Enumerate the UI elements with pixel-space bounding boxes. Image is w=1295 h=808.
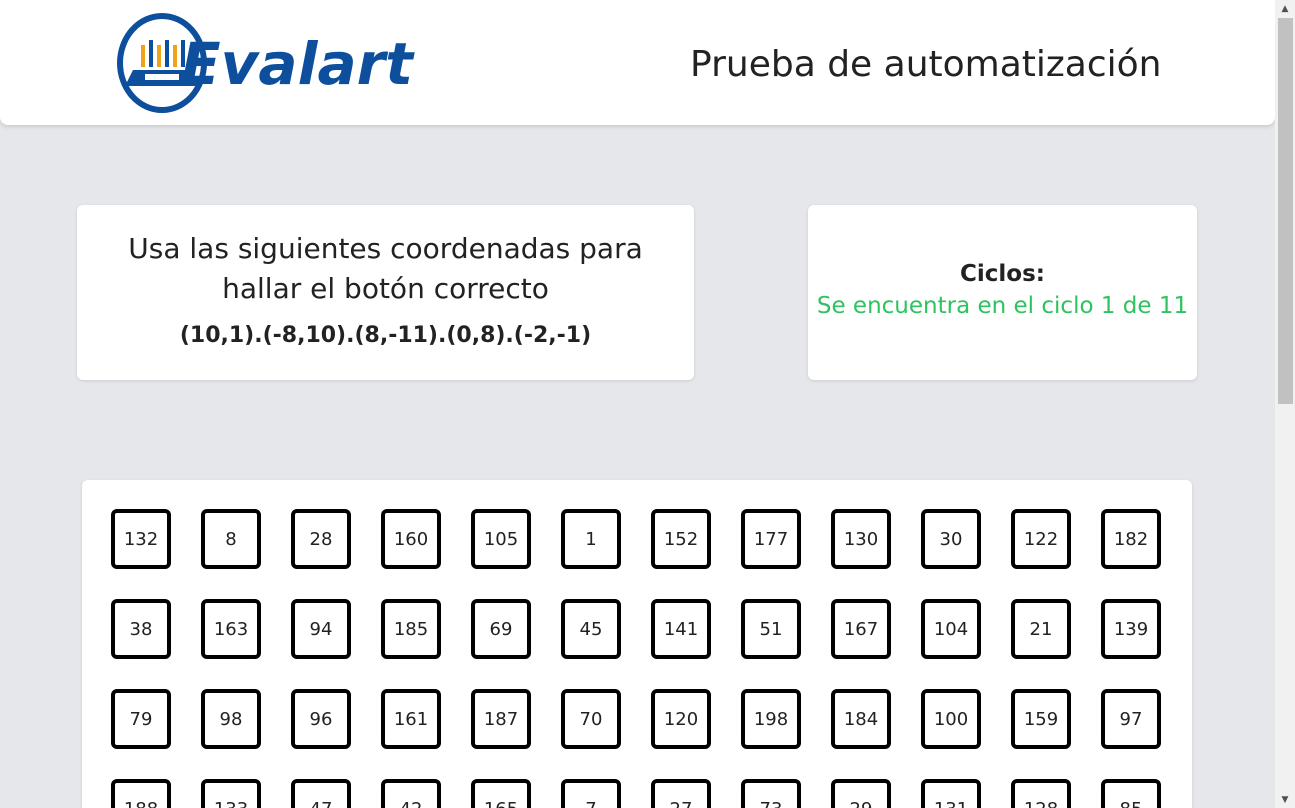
number-button[interactable]: 96: [291, 689, 351, 749]
number-button[interactable]: 120: [651, 689, 711, 749]
number-button[interactable]: 85: [1101, 779, 1161, 808]
number-button[interactable]: 139: [1101, 599, 1161, 659]
number-button[interactable]: 42: [381, 779, 441, 808]
number-button[interactable]: 177: [741, 509, 801, 569]
page: Evalart Prueba de automatización Usa las…: [0, 0, 1295, 808]
number-button[interactable]: 30: [921, 509, 981, 569]
number-button[interactable]: 122: [1011, 509, 1071, 569]
number-button[interactable]: 73: [741, 779, 801, 808]
number-button[interactable]: 160: [381, 509, 441, 569]
number-button[interactable]: 182: [1101, 509, 1161, 569]
number-button[interactable]: 94: [291, 599, 351, 659]
number-button[interactable]: 21: [1011, 599, 1071, 659]
number-button[interactable]: 45: [561, 599, 621, 659]
cycles-card: Ciclos: Se encuentra en el ciclo 1 de 11: [808, 205, 1197, 380]
page-title: Prueba de automatización: [690, 44, 1162, 85]
cycles-label: Ciclos:: [960, 261, 1045, 287]
number-button[interactable]: 152: [651, 509, 711, 569]
number-button[interactable]: 133: [201, 779, 261, 808]
number-button[interactable]: 38: [111, 599, 171, 659]
number-button[interactable]: 7: [561, 779, 621, 808]
scroll-down-arrow-icon[interactable]: ▼: [1275, 791, 1295, 808]
cycles-status: Se encuentra en el ciclo 1 de 11: [816, 293, 1189, 319]
number-button[interactable]: 187: [471, 689, 531, 749]
number-button[interactable]: 159: [1011, 689, 1071, 749]
coordinates-values: (10,1).(-8,10).(8,-11).(0,8).(-2,-1): [179, 323, 592, 348]
number-button[interactable]: 131: [921, 779, 981, 808]
number-button[interactable]: 98: [201, 689, 261, 749]
number-button[interactable]: 104: [921, 599, 981, 659]
coordinates-instruction: Usa las siguientes coordenadas para hall…: [128, 232, 643, 305]
number-button[interactable]: 1: [561, 509, 621, 569]
vertical-scrollbar[interactable]: ▲ ▼: [1275, 0, 1295, 808]
number-button[interactable]: 198: [741, 689, 801, 749]
svg-text:Evalart: Evalart: [181, 30, 415, 98]
number-button[interactable]: 51: [741, 599, 801, 659]
evalart-logo: Evalart: [117, 13, 415, 113]
number-button[interactable]: 69: [471, 599, 531, 659]
number-button[interactable]: 130: [831, 509, 891, 569]
number-button[interactable]: 100: [921, 689, 981, 749]
number-button[interactable]: 185: [381, 599, 441, 659]
number-button[interactable]: 165: [471, 779, 531, 808]
number-button[interactable]: 105: [471, 509, 531, 569]
number-button[interactable]: 132: [111, 509, 171, 569]
number-button[interactable]: 70: [561, 689, 621, 749]
coordinates-card: Usa las siguientes coordenadas para hall…: [77, 205, 694, 380]
button-grid-card: 132 8 28 160 105 1 152 177 130 30 122 182 38 163 94 185…: [82, 480, 1192, 808]
number-button[interactable]: 27: [651, 779, 711, 808]
header: Evalart Prueba de automatización: [0, 0, 1275, 125]
number-button[interactable]: 79: [111, 689, 171, 749]
number-button[interactable]: 128: [1011, 779, 1071, 808]
number-button[interactable]: 163: [201, 599, 261, 659]
number-button[interactable]: 29: [831, 779, 891, 808]
scroll-up-arrow-icon[interactable]: ▲: [1275, 0, 1295, 17]
button-grid: 132 8 28 160 105 1 152 177 130 30 122 182 38 163 94 185…: [111, 509, 1161, 808]
scroll-thumb[interactable]: [1278, 18, 1293, 404]
number-button[interactable]: 161: [381, 689, 441, 749]
number-button[interactable]: 184: [831, 689, 891, 749]
number-button[interactable]: 47: [291, 779, 351, 808]
number-button[interactable]: 28: [291, 509, 351, 569]
number-button[interactable]: 167: [831, 599, 891, 659]
number-button[interactable]: 97: [1101, 689, 1161, 749]
number-button[interactable]: 188: [111, 779, 171, 808]
number-button[interactable]: 8: [201, 509, 261, 569]
number-button[interactable]: 141: [651, 599, 711, 659]
